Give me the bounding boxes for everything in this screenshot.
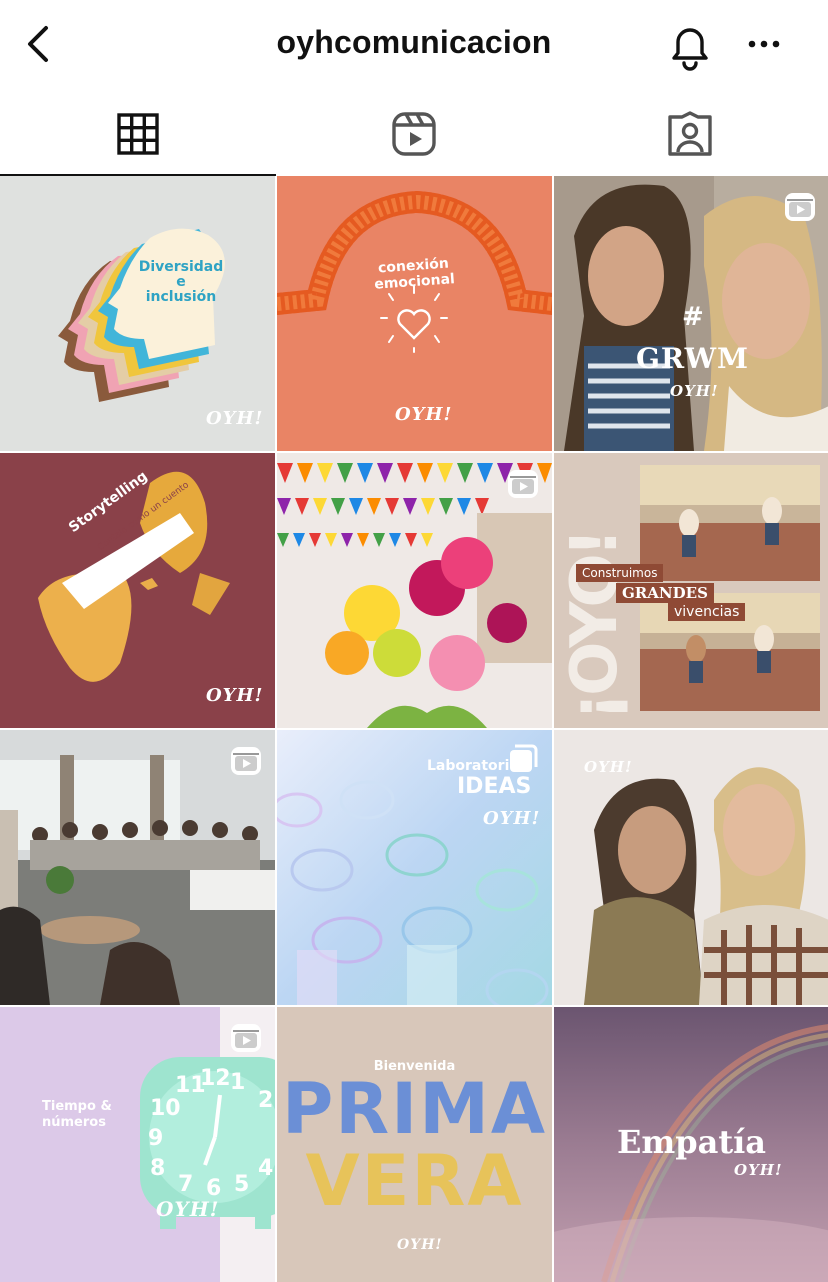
post-brand-logo: OYH! <box>584 758 633 776</box>
post-taller-reel[interactable] <box>0 730 275 1005</box>
svg-text:4: 4 <box>258 1156 273 1181</box>
bell-icon[interactable] <box>664 20 716 72</box>
post-empatia-text: Empatía <box>616 1123 767 1161</box>
post-primavera-line1: PRIMA <box>281 1068 548 1150</box>
more-horizontal-icon[interactable] <box>744 28 784 60</box>
svg-text:2: 2 <box>258 1088 273 1113</box>
svg-text:5: 5 <box>234 1172 249 1197</box>
post-brand-logo: OYH! <box>734 1161 783 1179</box>
reel-badge-icon <box>231 1024 261 1052</box>
grid-icon <box>117 113 159 155</box>
tab-grid[interactable] <box>0 92 276 176</box>
svg-text:10: 10 <box>150 1096 181 1121</box>
svg-text:12: 12 <box>200 1066 231 1091</box>
post-brand-logo: OYH! <box>670 382 719 400</box>
post-primavera[interactable]: Bienvenida PRIMA VERA OYH! <box>277 1007 552 1282</box>
profile-header: oyhcomunicacion <box>0 0 828 90</box>
post-tiempo-line1: Tiempo & <box>42 1099 112 1114</box>
post-grandes-line3: vivencias <box>668 603 746 621</box>
post-brand-logo: OYH! <box>206 408 264 429</box>
post-grwm-text: GRWM <box>636 342 750 375</box>
post-storytelling[interactable]: Storytelling Contalo como un cuento OYH! <box>0 453 275 728</box>
post-tiempo-numeros[interactable]: 11 12 1 2 10 9 8 7654 Tiempo & números OYH! <box>0 1007 275 1282</box>
post-brand-logo: OYH! <box>395 404 453 425</box>
post-laboratorio-ideas[interactable]: Laboratorio IDEAS OYH! <box>277 730 552 1005</box>
tab-tagged[interactable] <box>552 92 828 176</box>
svg-text:9: 9 <box>148 1126 163 1151</box>
post-diversidad[interactable]: Diversidad e inclusión OYH! <box>0 176 275 451</box>
post-brand-logo: OYH! <box>156 1197 220 1221</box>
post-brand-logo: OYH! <box>397 1237 443 1253</box>
post-lab-line2: IDEAS <box>457 774 532 799</box>
post-selfie[interactable]: OYH! <box>554 730 828 1005</box>
post-grwm-hash: # <box>682 302 704 332</box>
post-primavera-line2: VERA <box>305 1140 524 1222</box>
post-diversidad-line1: Diversidad <box>138 259 224 275</box>
post-tiempo-line2: números <box>42 1115 106 1130</box>
svg-text:8: 8 <box>150 1156 165 1181</box>
post-brand-logo: OYH! <box>483 808 541 829</box>
reel-badge-icon <box>231 747 261 775</box>
post-conexion-emocional[interactable]: conexión emocional OYH! <box>277 176 552 451</box>
reel-badge-icon <box>785 193 815 221</box>
reels-icon <box>392 112 436 156</box>
tab-reels[interactable] <box>276 92 552 176</box>
post-grandes-line2: GRANDES <box>616 583 714 603</box>
post-flores-reel[interactable] <box>277 453 552 728</box>
post-grwm[interactable]: # GRWM OYH! <box>554 176 828 451</box>
profile-tabs <box>0 92 828 176</box>
svg-text:7: 7 <box>178 1172 193 1197</box>
post-empatia[interactable]: Empatía OYH! <box>554 1007 828 1282</box>
post-brand-logo: OYH! <box>206 685 264 706</box>
post-lab-line1: Laboratorio <box>427 758 519 774</box>
post-grandes-line1: Construimos <box>576 564 664 582</box>
tagged-user-icon <box>668 111 712 156</box>
svg-text:1: 1 <box>230 1070 245 1095</box>
reel-badge-icon <box>508 470 538 498</box>
post-diversidad-line3: inclusión <box>145 289 217 305</box>
post-grandes-vivencias[interactable]: ¡OYO! Construimos GRANDES vivencias <box>554 453 828 728</box>
post-diversidad-line2: e <box>176 274 186 290</box>
